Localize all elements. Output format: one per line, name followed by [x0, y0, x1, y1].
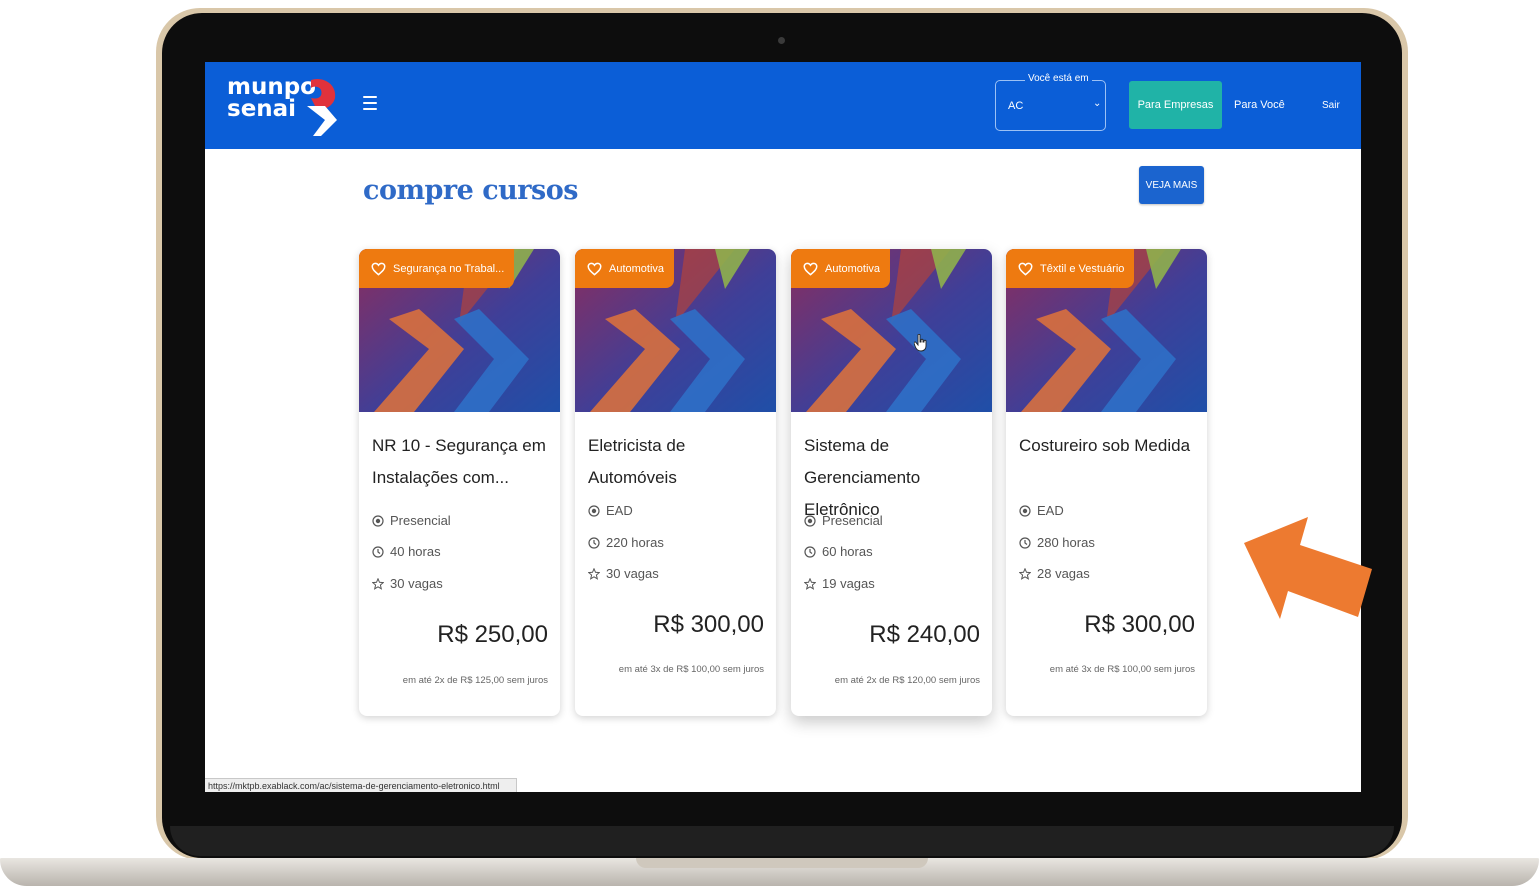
star-outline-icon [804, 577, 816, 590]
modality-row: EAD [1019, 503, 1064, 518]
star-outline-icon [1019, 567, 1031, 580]
star-outline-icon [372, 577, 384, 590]
seats-label: 30 vagas [606, 566, 659, 581]
mundo-senai-logo[interactable]: munpo senai [227, 76, 342, 136]
camera-icon [778, 37, 785, 44]
hours-label: 60 horas [822, 544, 873, 559]
status-bar-url: https://mktpb.exablack.com/ac/sistema-de… [205, 778, 517, 792]
clock-icon [372, 545, 384, 558]
seats-label: 19 vagas [822, 576, 875, 591]
course-price: R$ 300,00 [1084, 611, 1195, 638]
para-empresas-button[interactable]: Para Empresas [1129, 81, 1222, 129]
seats-row: 30 vagas [588, 566, 659, 581]
course-price: R$ 300,00 [653, 611, 764, 638]
category-badge: Automotiva [575, 249, 675, 288]
modality-label: EAD [606, 503, 633, 518]
hamburger-icon[interactable] [363, 96, 377, 110]
heart-icon [1018, 262, 1033, 276]
category-label: Têxtil e Vestuário [1040, 262, 1125, 275]
hours-row: 220 horas [588, 535, 664, 550]
location-label: Você está em [1025, 73, 1092, 84]
installments-text: em até 3x de R$ 100,00 sem juros [618, 664, 764, 675]
laptop-base-notch [636, 858, 928, 868]
seats-label: 30 vagas [390, 576, 443, 591]
seats-row: 19 vagas [804, 576, 875, 591]
course-price: R$ 250,00 [437, 621, 548, 648]
location-target-icon [372, 514, 384, 527]
category-badge: Têxtil e Vestuário [1006, 249, 1135, 288]
hours-row: 280 horas [1019, 535, 1095, 550]
course-card[interactable]: Automotiva Eletricista de Automóveis EAD… [575, 249, 776, 716]
veja-mais-button[interactable]: VEJA MAIS [1139, 166, 1204, 204]
hours-row: 60 horas [804, 544, 873, 559]
modality-label: Presencial [390, 513, 451, 528]
sair-link[interactable]: Sair [1322, 100, 1340, 111]
modality-row: Presencial [804, 513, 883, 528]
installments-text: em até 2x de R$ 120,00 sem juros [834, 675, 980, 686]
seats-row: 30 vagas [372, 576, 443, 591]
course-card[interactable]: Têxtil e Vestuário Costureiro sob Medida… [1006, 249, 1207, 716]
modality-row: EAD [588, 503, 633, 518]
course-card[interactable]: Automotiva Sistema de Gerenciamento Elet… [791, 249, 992, 716]
category-label: Segurança no Trabal... [393, 262, 505, 275]
modality-row: Presencial [372, 513, 451, 528]
top-navbar: munpo senai Você está em AC ⌄ Para Empre… [205, 62, 1361, 149]
heart-icon [587, 262, 602, 276]
hand-pointer-icon [914, 334, 927, 352]
seats-label: 28 vagas [1037, 566, 1090, 581]
location-value: AC [1008, 100, 1024, 112]
browser-screen: munpo senai Você está em AC ⌄ Para Empre… [205, 62, 1361, 792]
seats-row: 28 vagas [1019, 566, 1090, 581]
hours-label: 220 horas [606, 535, 664, 550]
chevron-down-icon: ⌄ [1093, 98, 1102, 109]
hours-label: 40 horas [390, 544, 441, 559]
clock-icon [804, 545, 816, 558]
category-label: Automotiva [609, 262, 665, 275]
hours-row: 40 horas [372, 544, 441, 559]
logo-mark-icon [307, 78, 337, 136]
star-outline-icon [588, 567, 600, 580]
location-target-icon [1019, 504, 1031, 517]
installments-text: em até 3x de R$ 100,00 sem juros [1049, 664, 1195, 675]
installments-text: em até 2x de R$ 125,00 sem juros [402, 675, 548, 686]
clock-icon [1019, 536, 1031, 549]
course-title[interactable]: Costureiro sob Medida [1019, 430, 1199, 462]
heart-icon [803, 262, 818, 276]
course-title[interactable]: Sistema de Gerenciamento Eletrônico [804, 430, 984, 526]
category-badge: Automotiva [791, 249, 891, 288]
course-price: R$ 240,00 [869, 621, 980, 648]
para-voce-link[interactable]: Para Você [1234, 99, 1285, 111]
category-badge: Segurança no Trabal... [359, 249, 515, 288]
course-title[interactable]: Eletricista de Automóveis [588, 430, 768, 494]
hours-label: 280 horas [1037, 535, 1095, 550]
modality-label: EAD [1037, 503, 1064, 518]
section-title: compre cursos [363, 175, 578, 206]
course-card[interactable]: Segurança no Trabal... NR 10 - Segurança… [359, 249, 560, 716]
location-target-icon [588, 504, 600, 517]
modality-label: Presencial [822, 513, 883, 528]
arrow-icon [1244, 517, 1372, 619]
location-target-icon [804, 514, 816, 527]
laptop-bezel-bottom [170, 826, 1394, 856]
course-title[interactable]: NR 10 - Segurança em Instalações com... [372, 430, 552, 494]
clock-icon [588, 536, 600, 549]
heart-icon [371, 262, 386, 276]
category-label: Automotiva [825, 262, 881, 275]
